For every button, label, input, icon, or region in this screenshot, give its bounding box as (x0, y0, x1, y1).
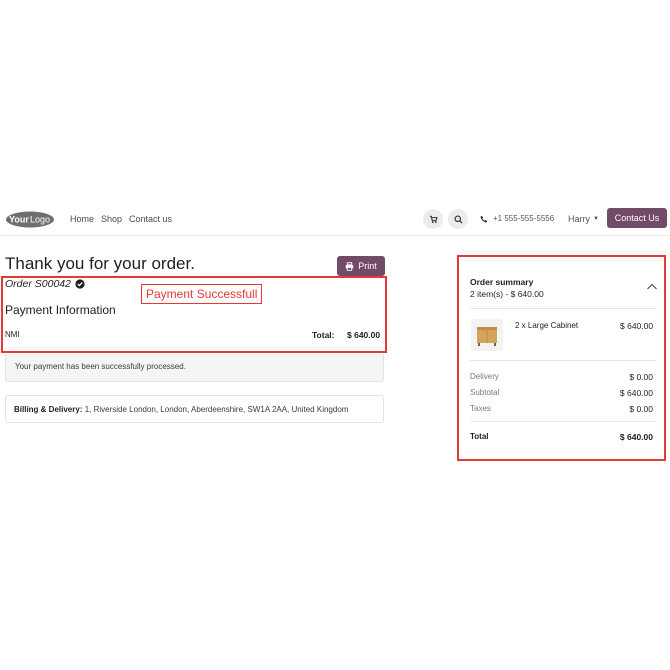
payment-total-label: Total: (312, 330, 335, 340)
print-icon (345, 261, 354, 271)
cart-icon (429, 215, 438, 223)
payment-status-message: Your payment has been successfully proce… (15, 362, 186, 371)
payment-provider: NMI (5, 330, 20, 339)
payment-status-alert: Your payment has been successfully proce… (5, 354, 384, 382)
contact-us-button[interactable]: Contact Us (607, 208, 667, 228)
nav-contact-us[interactable]: Contact us (129, 214, 172, 224)
svg-text:Your: Your (9, 215, 29, 225)
phone-icon (480, 215, 488, 222)
print-label: Print (358, 261, 377, 271)
billing-address: 1, Riverside London, London, Aberdeenshi… (84, 405, 349, 414)
delivery-label: Delivery (470, 372, 499, 381)
brand-logo[interactable]: Your Logo (5, 211, 55, 228)
nav-shop[interactable]: Shop (101, 214, 122, 224)
product-image (471, 319, 503, 351)
chevron-up-icon[interactable] (646, 282, 658, 292)
check-circle-icon (75, 279, 85, 289)
taxes-label: Taxes (470, 404, 491, 413)
summary-item-count: 2 item(s) - $ 640.00 (470, 289, 544, 299)
billing-card: Billing & Delivery: 1, Riverside London,… (5, 395, 384, 423)
print-button[interactable]: Print (337, 256, 385, 276)
navbar: Your Logo Home Shop Contact us +1 555-55… (0, 203, 670, 236)
summary-total-value: $ 640.00 (619, 432, 653, 442)
subtotal-value: $ 640.00 (619, 388, 653, 398)
divider (470, 360, 656, 361)
summary-total-label: Total (470, 432, 489, 441)
search-button[interactable] (448, 209, 468, 229)
phone-number: +1 555-555-5556 (493, 214, 555, 223)
caret-down-icon: ▼ (593, 216, 599, 222)
nav-home[interactable]: Home (70, 214, 94, 224)
user-menu[interactable]: Harry ▼ (568, 214, 599, 224)
billing-line: Billing & Delivery: 1, Riverside London,… (14, 405, 348, 414)
phone-link[interactable]: +1 555-555-5556 (480, 214, 554, 223)
payment-info-heading: Payment Information (5, 303, 116, 317)
payment-total-value: $ 640.00 (347, 330, 381, 340)
billing-label: Billing & Delivery: (14, 405, 83, 414)
payment-success-callout: Payment Successfull (141, 284, 263, 304)
summary-item-price: $ 640.00 (620, 321, 654, 331)
page-title: Thank you for your order. (5, 254, 195, 273)
divider (470, 308, 656, 309)
order-summary-panel: Order summary 2 item(s) - $ 640.00 2 x L… (457, 255, 666, 461)
summary-item-name: 2 x Large Cabinet (515, 321, 579, 330)
order-number-line: Order S00042 (5, 278, 85, 290)
divider (470, 421, 656, 422)
taxes-value: $ 0.00 (629, 404, 653, 414)
search-icon (453, 214, 463, 224)
order-number: Order S00042 (5, 278, 71, 290)
user-name: Harry (568, 214, 590, 224)
summary-title: Order summary (470, 277, 534, 287)
subtotal-label: Subtotal (470, 388, 500, 397)
cart-button[interactable] (423, 209, 443, 229)
svg-text:Logo: Logo (30, 215, 50, 225)
delivery-value: $ 0.00 (629, 372, 653, 382)
